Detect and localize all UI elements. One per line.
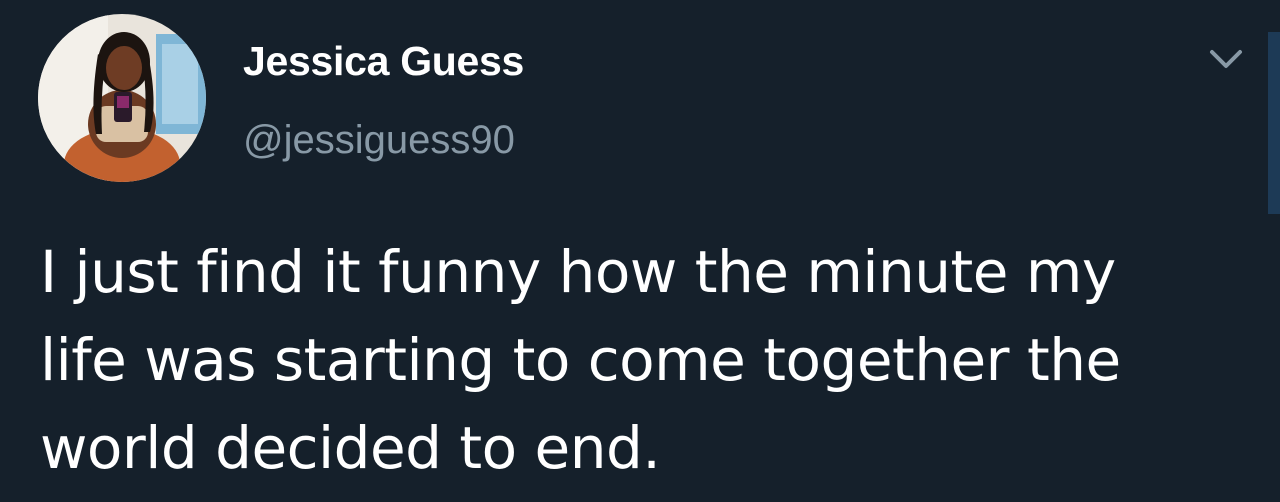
- tweet-text-line: life was starting to come together the: [40, 326, 1121, 394]
- chevron-down-icon: [1210, 50, 1242, 68]
- user-handle[interactable]: @jessiguess90: [243, 118, 515, 163]
- tweet-text: I just find it funny how the minute my l…: [40, 228, 1260, 492]
- profile-photo-icon: [38, 14, 206, 182]
- tweet-text-line: world decided to end.: [40, 414, 661, 482]
- tweet-menu-button[interactable]: [1206, 44, 1246, 76]
- tweet-card: Jessica Guess @jessiguess90 I just find …: [0, 0, 1280, 502]
- scrollbar[interactable]: [1268, 32, 1280, 214]
- avatar[interactable]: [38, 14, 206, 182]
- display-name[interactable]: Jessica Guess: [243, 38, 524, 85]
- tweet-text-line: I just find it funny how the minute my: [40, 238, 1116, 306]
